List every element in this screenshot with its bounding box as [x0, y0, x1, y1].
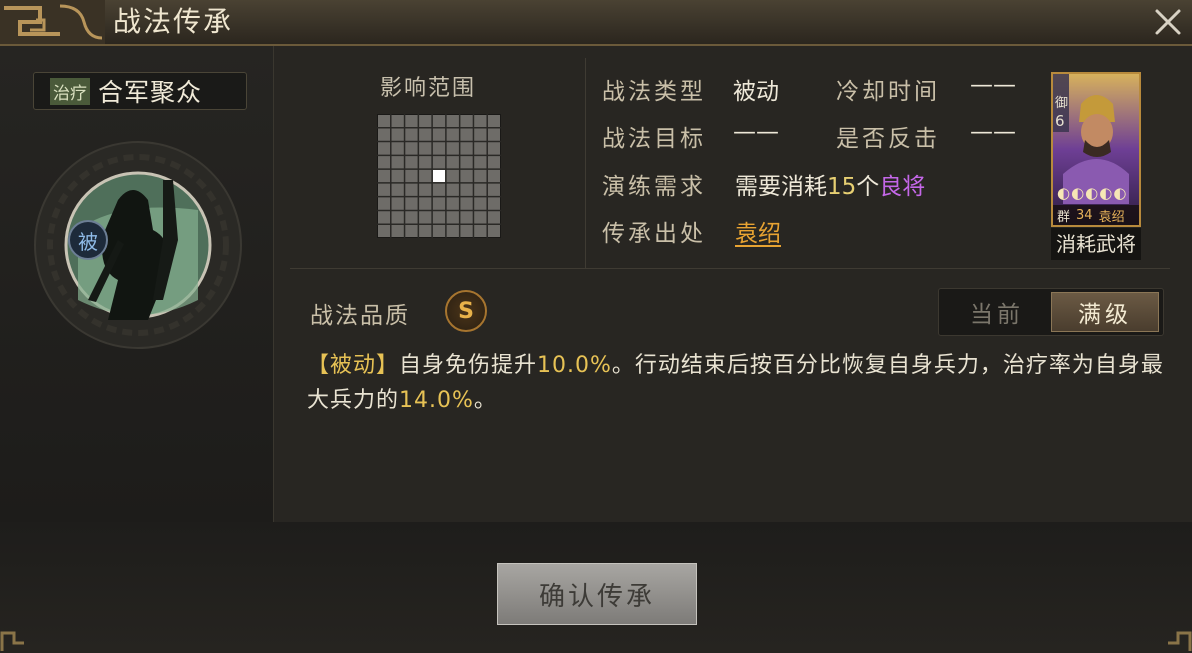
- range-grid: [377, 114, 501, 238]
- skill-type-tag: 治疗: [50, 77, 90, 105]
- corner-ornament-icon: [0, 631, 24, 651]
- skill-type-label: 战法类型: [602, 79, 706, 105]
- toggle-current-button[interactable]: 当前: [943, 292, 1051, 332]
- origin-hero-link[interactable]: 袁绍: [735, 214, 781, 248]
- skill-name: 合军聚众: [98, 78, 203, 107]
- train-item: 良将: [879, 174, 926, 200]
- title-bar: 战法传承: [0, 0, 1192, 46]
- hero-name: 袁绍: [1098, 209, 1125, 225]
- corner-ornament-icon: [1168, 631, 1192, 651]
- hero-troop: 御: [1055, 96, 1069, 111]
- confirm-inherit-button[interactable]: 确认传承: [497, 563, 697, 625]
- toggle-max-button[interactable]: 满级: [1051, 292, 1159, 332]
- hero-stars-icon: ◐◐◐◐◐: [1057, 184, 1128, 202]
- section-divider: [290, 268, 1170, 269]
- counter-value: ——: [970, 119, 1016, 145]
- cooldown-label: 冷却时间: [836, 79, 940, 105]
- description-part-3: 。: [473, 388, 497, 413]
- cooldown-value: ——: [970, 72, 1016, 98]
- skill-target-value: ——: [733, 119, 779, 145]
- train-prefix: 需要消耗: [735, 174, 827, 200]
- close-icon[interactable]: [1150, 4, 1186, 40]
- origin-label: 传承出处: [602, 221, 706, 247]
- consume-hero-label: 消耗武将: [1051, 228, 1141, 260]
- skill-name-box: 治疗 合军聚众: [33, 72, 247, 110]
- description-tag: 【被动】: [307, 353, 400, 378]
- train-requirement-label: 演练需求: [602, 174, 706, 200]
- train-unit: 个: [856, 174, 880, 200]
- hero-faction: 群: [1057, 209, 1071, 225]
- passive-badge: 被: [68, 220, 108, 260]
- quality-label: 战法品质: [310, 303, 410, 329]
- train-requirement-value: 需要消耗15个良将: [735, 167, 925, 201]
- train-count: 15: [827, 174, 857, 200]
- skill-target-label: 战法目标: [602, 126, 706, 152]
- page-title: 战法传承: [113, 5, 234, 38]
- description-value-1: 10.0%: [537, 353, 612, 378]
- counter-label: 是否反击: [836, 126, 940, 152]
- skill-portrait-icon: [34, 141, 242, 349]
- hero-info-bar: 群 34 袁绍: [1053, 205, 1139, 225]
- hero-cost: 6: [1055, 112, 1065, 130]
- level-toggle: 当前 满级: [938, 288, 1164, 336]
- hero-level: 34: [1076, 207, 1093, 223]
- info-divider: [585, 58, 586, 268]
- title-ornament-icon: [0, 0, 105, 44]
- range-label: 影响范围: [380, 76, 477, 101]
- skill-description: 【被动】自身免伤提升10.0%。行动结束后按百分比恢复自身兵力，治疗率为自身最大…: [307, 348, 1172, 418]
- hero-card[interactable]: 御 6 ◐◐◐◐◐ 群 34 袁绍: [1051, 72, 1141, 227]
- description-value-2: 14.0%: [399, 388, 474, 413]
- skill-type-value: 被动: [733, 79, 779, 105]
- quality-grade-badge: S: [445, 290, 487, 332]
- description-part-1: 自身免伤提升: [399, 353, 538, 378]
